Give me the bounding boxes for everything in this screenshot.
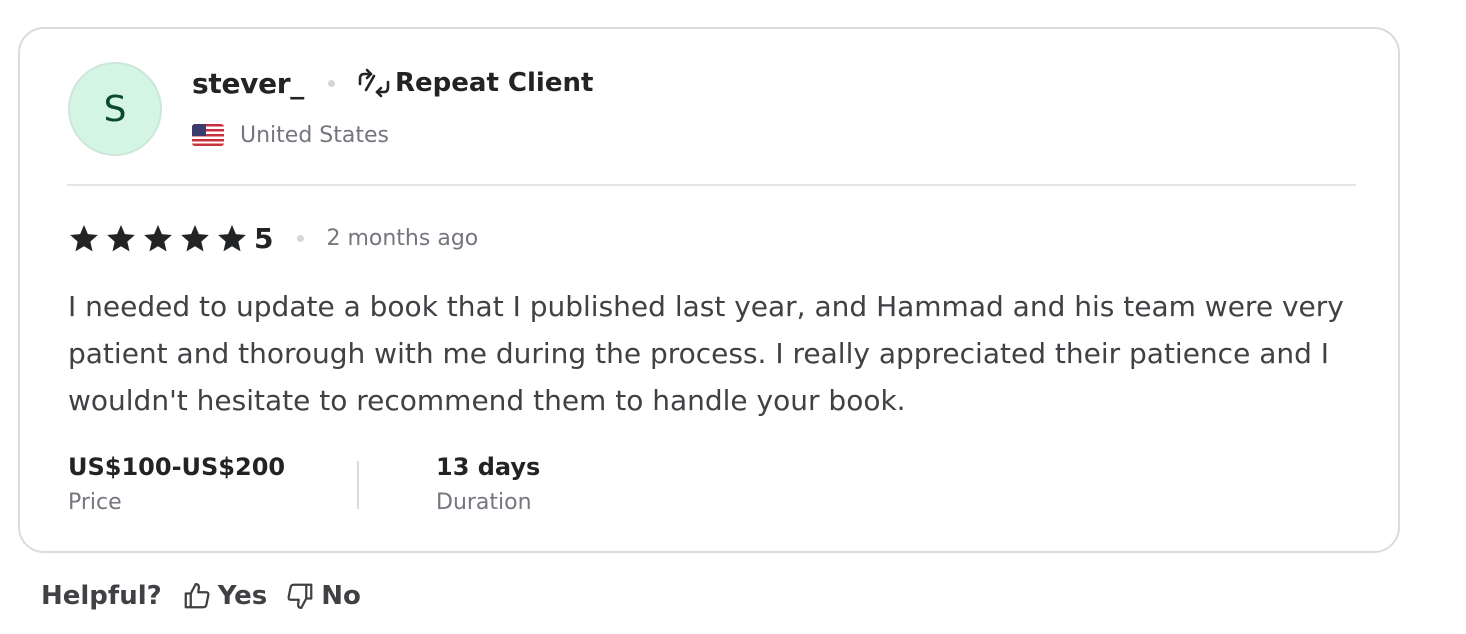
review-text: I needed to update a book that I publish…	[68, 290, 1344, 417]
avatar-initial: S	[103, 88, 127, 130]
star-icon	[107, 224, 135, 251]
avatar[interactable]: S	[68, 62, 162, 156]
price-value: US$100-US$200	[68, 453, 286, 481]
duration-block: 13 days Duration	[436, 452, 540, 518]
repeat-icon	[358, 68, 390, 98]
reviewer-country-row: United States	[192, 120, 389, 150]
header-divider	[67, 184, 1356, 186]
review-time-ago: 2 months ago	[326, 225, 479, 251]
us-flag-icon	[192, 124, 224, 146]
thumbs-down-icon	[287, 583, 313, 609]
helpful-yes-button[interactable]: Yes	[182, 581, 268, 611]
price-block: US$100-US$200 Price	[68, 452, 285, 518]
star-rating	[68, 223, 248, 254]
duration-label: Duration	[436, 490, 532, 515]
star-icon	[181, 224, 209, 251]
helpful-question: Helpful?	[41, 581, 162, 611]
price-label: Price	[68, 490, 122, 515]
helpful-no-label: No	[321, 581, 361, 611]
reviewer-name-row: stever_ Repeat Client	[192, 65, 593, 101]
thumbs-up-icon	[184, 583, 210, 609]
reviewer-country: United States	[240, 122, 389, 148]
separator-dot	[297, 234, 305, 242]
helpful-row: Helpful? Yes No	[41, 578, 379, 614]
meta-divider	[357, 461, 359, 509]
reviewer-username[interactable]: stever_	[192, 67, 304, 100]
review-card: S stever_ Repeat Client United States 5 …	[18, 27, 1400, 553]
separator-dot	[328, 79, 335, 87]
star-icon	[218, 224, 246, 251]
duration-value: 13 days	[436, 453, 541, 481]
helpful-yes-label: Yes	[217, 581, 268, 611]
star-icon	[70, 224, 98, 251]
rating-value: 5	[254, 221, 274, 255]
rating-row: 5 2 months ago	[68, 220, 478, 256]
repeat-client-badge: Repeat Client	[395, 68, 594, 98]
star-icon	[144, 224, 172, 251]
helpful-no-button[interactable]: No	[285, 581, 361, 611]
